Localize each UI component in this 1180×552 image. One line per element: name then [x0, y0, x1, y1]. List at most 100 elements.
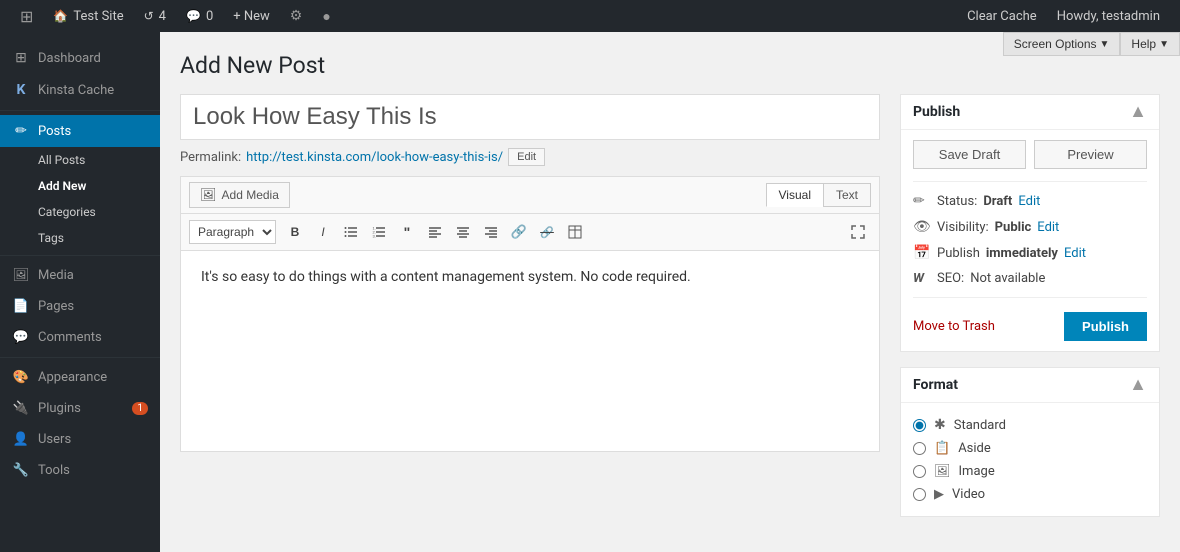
format-box-title: Format — [913, 377, 958, 393]
paragraph-select[interactable]: Paragraph — [189, 220, 276, 244]
page-title: Add New Post — [180, 52, 1160, 79]
clear-cache-btn[interactable]: Clear Cache — [957, 0, 1047, 32]
bold-btn[interactable]: B — [282, 219, 308, 245]
format-radio-video[interactable] — [913, 488, 926, 501]
main-content: Add New Post Permalink: http://test.kins… — [160, 32, 1180, 552]
visibility-edit-link[interactable]: Edit — [1037, 220, 1059, 235]
seo-value: Not available — [970, 271, 1045, 286]
editor-content-highlight: No code required. — [577, 269, 691, 285]
seo-label: SEO: — [937, 271, 964, 286]
wp-logo[interactable]: ⊞ — [10, 0, 43, 32]
posts-icon: ✏ — [12, 123, 30, 139]
visibility-value: Public — [995, 220, 1032, 235]
format-toggle-icon: ▲ — [1129, 376, 1147, 394]
tab-text[interactable]: Text — [823, 183, 871, 207]
wp-plugin-icon[interactable]: ⚙ — [280, 0, 313, 32]
align-right-btn[interactable] — [478, 219, 504, 245]
move-trash-link[interactable]: Move to Trash — [913, 319, 995, 334]
comments-link[interactable]: 💬 0 — [176, 0, 223, 32]
menu-sep-3 — [0, 357, 160, 358]
publish-metabox-header[interactable]: Publish ▲ — [901, 95, 1159, 130]
media-upload-icon: 🖼 — [200, 187, 217, 203]
blockquote-btn[interactable]: " — [394, 219, 420, 245]
sidebar-item-pages[interactable]: 📄 Pages — [0, 291, 160, 322]
status-label: Status: — [937, 194, 977, 209]
sidebar-subitem-add-new[interactable]: Add New — [0, 173, 160, 199]
appearance-icon: 🎨 — [12, 370, 30, 385]
add-media-btn[interactable]: 🖼 Add Media — [189, 182, 290, 208]
sidebar-item-kinsta-cache[interactable]: K Kinsta Cache — [0, 74, 160, 106]
format-label-standard: Standard — [954, 418, 1006, 433]
sidebar-item-dashboard[interactable]: ⊞ Dashboard — [0, 42, 160, 74]
publish-toggle-icon: ▲ — [1129, 103, 1147, 121]
format-option-video: ▶ Video — [913, 483, 1147, 506]
table-insert-btn[interactable] — [562, 219, 588, 245]
format-option-aside: 📋 Aside — [913, 437, 1147, 460]
save-draft-btn[interactable]: Save Draft — [913, 140, 1026, 169]
publish-box-body: Save Draft Preview ✏ Status: Draft Edit … — [901, 130, 1159, 351]
unlink-btn[interactable]: 🔗 — [534, 219, 560, 245]
screen-options-bar: Screen Options ▼ Help ▼ — [1003, 32, 1180, 56]
sidebar-item-tools[interactable]: 🔧 Tools — [0, 455, 160, 486]
circle-icon: ● — [312, 0, 340, 32]
publish-time-edit-link[interactable]: Edit — [1064, 246, 1086, 261]
image-format-icon: 🖼 — [934, 464, 951, 479]
format-metabox: Format ▲ ✱ Standard 📋 Aside — [900, 367, 1160, 517]
ol-btn[interactable]: 1.2.3. — [366, 219, 392, 245]
ul-btn[interactable] — [338, 219, 364, 245]
link-btn[interactable]: 🔗 — [506, 219, 532, 245]
standard-icon: ✱ — [934, 417, 946, 433]
plugins-badge: 1 — [132, 402, 148, 415]
publish-metabox: Publish ▲ Save Draft Preview ✏ Status: D… — [900, 94, 1160, 352]
italic-btn[interactable]: I — [310, 219, 336, 245]
sidebar-item-posts[interactable]: ✏ Posts — [0, 115, 160, 147]
format-radio-image[interactable] — [913, 465, 926, 478]
publish-btn[interactable]: Publish — [1064, 312, 1147, 341]
content-layout: Permalink: http://test.kinsta.com/look-h… — [180, 94, 1160, 532]
sidebar-subitem-tags[interactable]: Tags — [0, 225, 160, 251]
admin-bar: ⊞ 🏠 Test Site ↺ 4 💬 0 + New ⚙ ● Clear Ca… — [0, 0, 1180, 32]
align-left-btn[interactable] — [422, 219, 448, 245]
status-edit-link[interactable]: Edit — [1018, 194, 1040, 209]
post-title-input[interactable] — [180, 94, 880, 140]
pages-icon: 📄 — [12, 299, 30, 314]
sidebar-item-users[interactable]: 👤 Users — [0, 424, 160, 455]
sidebar-subitem-all-posts[interactable]: All Posts — [0, 147, 160, 173]
visibility-icon: 👁 — [913, 219, 931, 235]
tab-visual[interactable]: Visual — [766, 183, 823, 207]
editor-content-static: It's so easy to do things with a content… — [201, 269, 577, 285]
sidebar-subitem-categories[interactable]: Categories — [0, 199, 160, 225]
site-name-link[interactable]: 🏠 Test Site — [43, 0, 133, 32]
permalink-url[interactable]: http://test.kinsta.com/look-how-easy-thi… — [246, 150, 503, 165]
format-radio-standard[interactable] — [913, 419, 926, 432]
plugins-icon: 🔌 — [12, 401, 30, 416]
format-box-body: ✱ Standard 📋 Aside 🖼 Image — [901, 403, 1159, 516]
calendar-icon: 📅 — [913, 245, 931, 261]
aside-icon: 📋 — [934, 441, 950, 456]
video-format-icon: ▶ — [934, 487, 944, 502]
sidebar-item-comments[interactable]: 💬 Comments — [0, 322, 160, 353]
format-radio-aside[interactable] — [913, 442, 926, 455]
visibility-label: Visibility: — [937, 220, 989, 235]
help-btn[interactable]: Help ▼ — [1120, 32, 1180, 56]
main-layout: ⊞ Dashboard K Kinsta Cache ✏ Posts All P… — [0, 32, 1180, 552]
sidebar-item-appearance[interactable]: 🎨 Appearance — [0, 362, 160, 393]
preview-btn[interactable]: Preview — [1034, 140, 1147, 169]
align-center-btn[interactable] — [450, 219, 476, 245]
editor-body[interactable]: It's so easy to do things with a content… — [181, 251, 879, 451]
publish-top-actions: Save Draft Preview — [913, 140, 1147, 169]
right-sidebar: Publish ▲ Save Draft Preview ✏ Status: D… — [900, 94, 1160, 532]
new-post-link[interactable]: + New — [223, 0, 280, 32]
sidebar-item-media[interactable]: 🖼 Media — [0, 260, 160, 291]
publish-time-value: immediately — [986, 246, 1058, 261]
fullscreen-btn[interactable] — [845, 219, 871, 245]
howdy-label[interactable]: Howdy, testadmin — [1047, 0, 1170, 32]
permalink-edit-btn[interactable]: Edit — [508, 148, 545, 166]
screen-options-btn[interactable]: Screen Options ▼ — [1003, 32, 1121, 56]
dashboard-icon: ⊞ — [12, 50, 30, 66]
sidebar-item-plugins[interactable]: 🔌 Plugins 1 — [0, 393, 160, 424]
format-metabox-header[interactable]: Format ▲ — [901, 368, 1159, 403]
kinsta-icon: K — [12, 82, 30, 98]
editor-area: Permalink: http://test.kinsta.com/look-h… — [180, 94, 880, 452]
revisions-link[interactable]: ↺ 4 — [134, 0, 176, 32]
